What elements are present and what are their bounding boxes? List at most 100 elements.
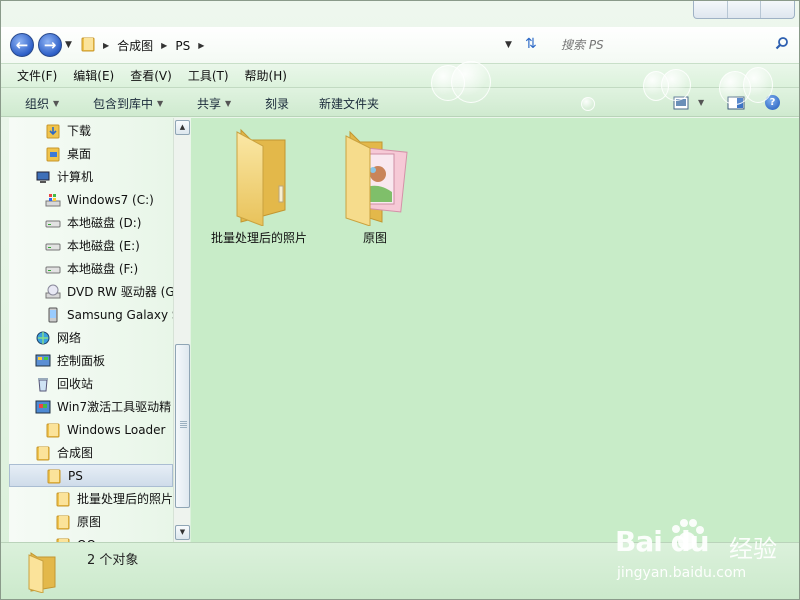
scrollbar-thumb[interactable] — [175, 344, 190, 508]
breadcrumb-arrow-icon[interactable]: ▶ — [198, 41, 204, 50]
share-label: 共享 — [197, 97, 222, 111]
nav-item[interactable]: 桌面 — [9, 142, 173, 165]
window-controls — [693, 1, 795, 19]
chevron-down-icon[interactable]: ▼ — [698, 98, 704, 107]
nav-item[interactable]: 批量处理后的照片 — [9, 487, 173, 510]
nav-item[interactable]: Win7激活工具驱动精 — [9, 395, 173, 418]
search-icon[interactable] — [775, 36, 789, 50]
nav-item[interactable]: Windows Loader — [9, 418, 173, 441]
search-input[interactable] — [561, 35, 773, 55]
nav-item-label: 原图 — [77, 515, 102, 529]
nav-item[interactable]: 原图 — [9, 510, 173, 533]
drive-icon — [45, 266, 61, 273]
refresh-icon[interactable]: ⇅ — [525, 36, 537, 52]
menu-edit[interactable]: 编辑(E) — [73, 65, 114, 86]
dvd-drive-icon — [45, 284, 61, 298]
heart-decoration — [451, 61, 491, 103]
drive-icon — [45, 243, 61, 250]
burn-button[interactable]: 刻录 — [265, 95, 289, 112]
nav-item[interactable]: 计算机 — [9, 165, 173, 188]
nav-item[interactable]: QQ — [9, 533, 173, 542]
chevron-down-icon: ▼ — [225, 99, 232, 108]
folder-item-processed-photos[interactable]: 批量处理后的照片 — [211, 126, 307, 246]
nav-item-label: 回收站 — [57, 377, 94, 391]
download-folder-icon — [46, 124, 60, 138]
phone-icon — [48, 307, 58, 322]
folder-icon — [47, 469, 61, 483]
system-drive-icon — [45, 193, 61, 206]
nav-item-label: 合成图 — [57, 446, 94, 460]
watermark-url: jingyan.baidu.com — [617, 565, 747, 581]
nav-item[interactable]: 本地磁盘 (D:) — [9, 211, 173, 234]
new-folder-button[interactable]: 新建文件夹 — [319, 95, 379, 112]
breadcrumb-arrow-icon[interactable]: ▶ — [161, 41, 167, 50]
nav-item-label: 计算机 — [57, 170, 94, 184]
nav-item[interactable]: 合成图 — [9, 441, 173, 464]
nav-item[interactable]: 本地磁盘 (E:) — [9, 234, 173, 257]
minimize-button[interactable] — [694, 1, 728, 18]
menu-file[interactable]: 文件(F) — [17, 65, 57, 86]
folder-icon — [46, 423, 60, 437]
breadcrumb-item-ps[interactable]: PS — [175, 39, 190, 53]
burn-label: 刻录 — [265, 97, 290, 111]
scroll-up-button[interactable]: ▲ — [175, 120, 190, 135]
arrow-left-icon: ← — [15, 36, 29, 54]
address-history-dropdown[interactable]: ▼ — [505, 40, 512, 50]
navigation-pane: 下载桌面计算机 Windows7 (C:) 本地磁盘 (D:) 本地磁盘 (E:) 本地… — [9, 118, 173, 542]
folder-label: 批量处理后的照片 — [211, 231, 308, 245]
computer-icon — [36, 171, 50, 183]
chevron-down-icon: ▼ — [53, 99, 60, 108]
menu-tools[interactable]: 工具(T) — [188, 65, 229, 86]
file-list[interactable]: 批量处理后的照片 原图 — [191, 118, 799, 542]
include-in-library-button[interactable]: 包含到库中 ▼ — [93, 95, 163, 112]
menu-help[interactable]: 帮助(H) — [245, 65, 287, 86]
new-folder-label: 新建文件夹 — [319, 97, 380, 111]
nav-item-label: 网络 — [57, 331, 82, 345]
recent-pages-dropdown[interactable]: ▼ — [65, 40, 72, 50]
network-icon — [36, 331, 50, 344]
breadcrumb: ▶ 合成图 ▶ PS ▶ — [103, 37, 204, 54]
arrow-right-icon: → — [43, 36, 57, 54]
nav-item[interactable]: DVD RW 驱动器 (G — [9, 280, 173, 303]
scroll-down-button[interactable]: ▼ — [175, 525, 190, 540]
folder-item-originals[interactable]: 原图 — [327, 126, 423, 246]
nav-item[interactable]: Windows7 (C:) — [9, 188, 173, 211]
nav-item-label: Win7激活工具驱动精 — [57, 400, 172, 414]
nav-item[interactable]: 网络 — [9, 326, 173, 349]
nav-item-label: 批量处理后的照片 — [77, 492, 173, 506]
breadcrumb-arrow-icon[interactable]: ▶ — [103, 41, 109, 50]
back-button[interactable]: ← — [10, 33, 34, 57]
nav-item-label: 桌面 — [67, 147, 92, 161]
nav-item[interactable]: 本地磁盘 (F:) — [9, 257, 173, 280]
nav-item-label: Windows Loader — [67, 422, 166, 437]
bubble-decoration — [581, 97, 595, 111]
nav-item-label: 本地磁盘 (E:) — [67, 239, 140, 253]
close-button[interactable] — [761, 1, 794, 18]
organize-label: 组织 — [25, 97, 50, 111]
recycle-bin-icon — [38, 377, 48, 391]
control-panel-icon — [35, 354, 51, 366]
share-button[interactable]: 共享 ▼ — [197, 95, 231, 112]
explorer-window: ← → ▼ ▶ 合成图 ▶ PS ▶ ▼ ⇅ 文件(F) 编辑(E) 查看(V)… — [0, 0, 800, 600]
nav-item[interactable]: 控制面板 — [9, 349, 173, 372]
nav-item[interactable]: Samsung Galaxy S — [9, 303, 173, 326]
nav-item[interactable]: 下载 — [9, 119, 173, 142]
nav-scrollbar[interactable]: ▲ ▼ — [173, 118, 190, 542]
nav-item-label: Samsung Galaxy S — [67, 307, 173, 322]
paw-icon — [672, 519, 704, 550]
empty-folder-icon — [236, 128, 286, 226]
organize-button[interactable]: 组织 ▼ — [25, 95, 59, 112]
maximize-button[interactable] — [728, 1, 762, 18]
nav-item[interactable]: 回收站 — [9, 372, 173, 395]
nav-item-label: 本地磁盘 (F:) — [67, 262, 139, 276]
chevron-down-icon: ▼ — [157, 99, 164, 108]
breadcrumb-item-hechengtu[interactable]: 合成图 — [117, 37, 153, 54]
nav-item-label: DVD RW 驱动器 (G — [67, 285, 173, 299]
menu-view[interactable]: 查看(V) — [130, 65, 172, 86]
folder-label: 原图 — [362, 231, 387, 245]
nav-item[interactable]: PS — [9, 464, 173, 487]
drive-icon — [45, 220, 61, 227]
grip-icon — [180, 421, 187, 428]
forward-button[interactable]: → — [38, 33, 62, 57]
heart-decoration — [661, 69, 691, 101]
